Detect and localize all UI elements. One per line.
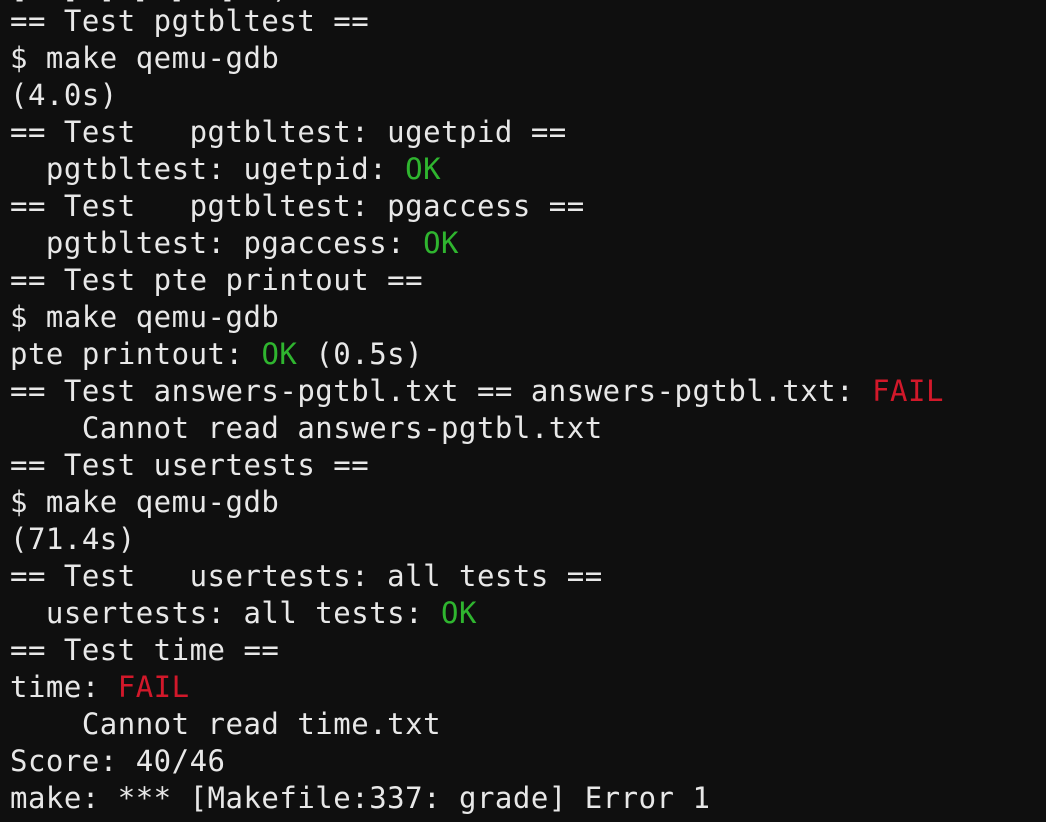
terminal-line: usertests: all tests: OK: [10, 595, 944, 632]
line-text: == Test pgtbltest ==: [10, 4, 370, 38]
line-text: $ make qemu-gdb: [10, 485, 280, 519]
terminal-output: == Test pgtbltest == $ make qemu-gdb (4.0s…: [10, 3, 944, 817]
status-fail: FAIL: [872, 374, 944, 408]
terminal-line: (4.0s): [10, 77, 944, 114]
terminal-line: == Test pgtbltest: pgaccess ==: [10, 188, 944, 225]
status-fail: FAIL: [117, 670, 190, 704]
line-text: == Test pte printout ==: [10, 263, 424, 297]
line-text: == Test answers-pgtbl.txt == answers-pgt…: [10, 374, 873, 408]
line-suffix: (0.5s): [297, 337, 424, 371]
terminal-line: Cannot read time.txt: [10, 706, 944, 743]
terminal-line: (71.4s): [10, 521, 944, 558]
terminal-line: == Test usertests ==: [10, 447, 944, 484]
line-text: Score: 40/46: [10, 744, 226, 778]
terminal-line: == Test pgtbltest ==: [10, 3, 944, 40]
terminal-line: $ make qemu-gdb: [10, 299, 944, 336]
terminal-line: time: FAIL: [10, 669, 944, 706]
line-text: (4.0s): [10, 78, 118, 112]
terminal-line: == Test usertests: all tests ==: [10, 558, 944, 595]
line-text: time:: [10, 670, 118, 704]
terminal-window[interactable]: [ ] [ ] [ ] ) == Test pgtbltest ==$ make…: [0, 0, 1046, 822]
line-text: pgtbltest: ugetpid:: [10, 152, 406, 186]
line-text: == Test time ==: [10, 633, 280, 667]
line-text: $ make qemu-gdb: [10, 300, 280, 334]
status-ok: OK: [441, 596, 477, 630]
terminal-line: pte printout: OK (0.5s): [10, 336, 944, 373]
line-text: $ make qemu-gdb: [10, 41, 280, 75]
line-text: Cannot read time.txt: [10, 707, 442, 741]
line-text: == Test pgtbltest: pgaccess ==: [10, 189, 585, 223]
terminal-line: $ make qemu-gdb: [10, 484, 944, 521]
terminal-line: Score: 40/46: [10, 743, 944, 780]
terminal-line: make: *** [Makefile:337: grade] Error 1: [10, 780, 944, 817]
terminal-line: == Test time ==: [10, 632, 944, 669]
status-ok: OK: [261, 337, 298, 371]
line-text: make: *** [Makefile:337: grade] Error 1: [10, 781, 711, 815]
line-text: pte printout:: [10, 337, 262, 371]
terminal-line: pgtbltest: pgaccess: OK: [10, 225, 944, 262]
terminal-line: == Test pte printout ==: [10, 262, 944, 299]
line-text: Cannot read answers-pgtbl.txt: [10, 411, 603, 445]
status-ok: OK: [423, 226, 459, 260]
terminal-line: $ make qemu-gdb: [10, 40, 944, 77]
terminal-line: == Test pgtbltest: ugetpid ==: [10, 114, 944, 151]
terminal-line: == Test answers-pgtbl.txt == answers-pgt…: [10, 373, 944, 410]
line-text: pgtbltest: pgaccess:: [10, 226, 424, 260]
terminal-line: pgtbltest: ugetpid: OK: [10, 151, 944, 188]
line-text: == Test pgtbltest: ugetpid ==: [10, 115, 567, 149]
terminal-line: Cannot read answers-pgtbl.txt: [10, 410, 944, 447]
line-text: (71.4s): [10, 522, 136, 556]
line-text: == Test usertests: all tests ==: [10, 559, 603, 593]
line-text: usertests: all tests:: [10, 596, 442, 630]
status-ok: OK: [405, 152, 442, 186]
line-text: == Test usertests ==: [10, 448, 370, 482]
